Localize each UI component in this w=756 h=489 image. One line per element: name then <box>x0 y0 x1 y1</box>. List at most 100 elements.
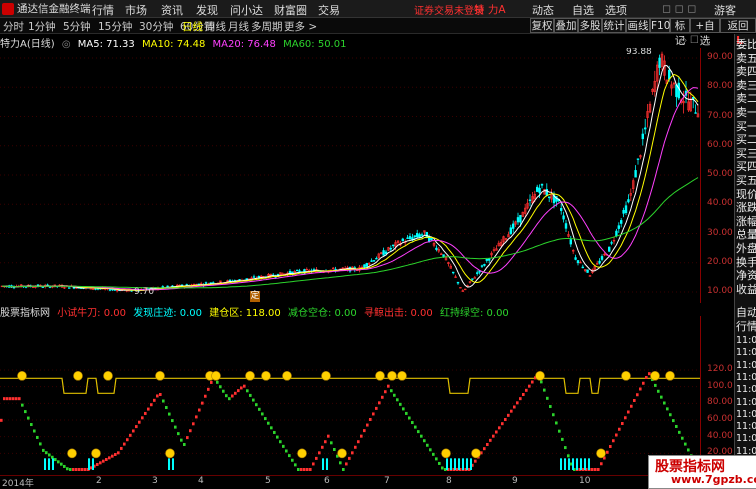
indicator-bar <box>108 456 111 460</box>
price-tick: 10.00 <box>707 286 733 296</box>
indicator-bar <box>543 388 546 392</box>
candle-body <box>228 279 232 282</box>
candle-body <box>451 271 455 274</box>
indicator-bar <box>390 389 393 393</box>
indicator-bar <box>348 456 351 460</box>
indicator-tick: 60.00 <box>707 414 733 424</box>
kline-chart[interactable]: 93.88 9.70 <box>0 48 734 303</box>
stock-title: 特 力A <box>474 4 506 16</box>
indicator-bar <box>216 380 219 384</box>
indicator-bar <box>234 391 237 395</box>
indicator-bar <box>114 453 117 456</box>
back-button[interactable]: 返回 <box>720 18 756 33</box>
quote-label: 委比 <box>736 38 756 51</box>
candle-body <box>252 276 256 278</box>
cyan-signal-bar <box>52 458 54 470</box>
tab-15min[interactable]: 15分钟 <box>98 19 132 34</box>
multi-stock-button[interactable]: 多股 <box>578 18 602 33</box>
indicator-bar <box>300 468 303 471</box>
indicator-bar <box>402 407 405 411</box>
cyan-signal-bar <box>588 458 590 470</box>
candle-body <box>363 264 366 268</box>
menu-dongtai[interactable]: 动态 <box>532 2 554 18</box>
menu-faxian[interactable]: 发现 <box>196 2 218 18</box>
tab-more[interactable]: 更多 > <box>284 19 317 34</box>
date-axis: 2014年 2 3 4 5 6 7 8 9 10 <box>0 475 700 489</box>
candle-body <box>94 288 97 290</box>
indicator-bar <box>600 462 603 466</box>
indicator-bar <box>72 468 75 471</box>
mark-button[interactable]: 标记 <box>670 18 690 47</box>
candle-body <box>485 258 488 261</box>
f10-button[interactable]: F10 <box>650 18 670 33</box>
candle-body <box>574 257 577 260</box>
fuquan-button[interactable]: 复权 <box>530 18 554 33</box>
indicator-bar <box>30 423 33 427</box>
indicator-bar <box>225 394 228 398</box>
tick-time: 11:0 <box>736 408 756 420</box>
candle-body <box>658 57 661 68</box>
indicator-bar <box>327 434 330 438</box>
smiley-icon <box>321 371 331 381</box>
tab-daily[interactable]: 日线 <box>182 19 203 34</box>
indicator-bar <box>528 384 531 388</box>
tab-1min[interactable]: 1分钟 <box>28 19 56 34</box>
indicator-bar <box>231 394 234 398</box>
date-tick: 7 <box>384 476 390 486</box>
candle-body <box>166 285 169 288</box>
chart-options-icon[interactable]: ◇ ☐ <box>679 35 699 46</box>
menu-zixuan[interactable]: 自选 <box>572 2 594 18</box>
quote-label: 买一 <box>736 119 756 133</box>
indicator-bar <box>501 422 504 426</box>
indicator-bar <box>669 413 672 417</box>
menu-wenxiaoda[interactable]: 问小达 <box>230 2 263 18</box>
indicator-bar <box>678 430 681 434</box>
indicator-bar <box>549 405 552 409</box>
indicator-chart[interactable] <box>0 316 734 475</box>
tab-monthly[interactable]: 月线 <box>228 19 249 34</box>
menu-shichang[interactable]: 市场 <box>125 2 147 18</box>
indicator-bar <box>360 434 363 438</box>
quote-panel: L 委比 卖五 卖四 卖三 卖二 卖一 买一 买二 买三 买四 买五 现价 涨跌 涨幅 总量 外盘 换手 净资 收益… <box>734 34 756 481</box>
tab-30min[interactable]: 30分钟 <box>139 19 173 34</box>
indicator-bar <box>483 447 486 451</box>
menu-hangqing[interactable]: 行情 <box>92 2 114 18</box>
menu-xuanxiang[interactable]: 选项 <box>605 2 627 18</box>
indicator-bar <box>60 462 63 466</box>
indicator-bar <box>132 429 135 433</box>
cyan-signal-bar <box>88 458 90 470</box>
smiley-icon <box>67 448 77 459</box>
tab-weekly[interactable]: 周线 <box>205 19 226 34</box>
indicator-bar <box>75 468 78 471</box>
indicator-bar <box>63 464 66 468</box>
tab-fenshi[interactable]: 分时 <box>3 19 24 34</box>
menu-caifuquan[interactable]: 财富圈 <box>274 2 307 18</box>
panel-tab[interactable]: 自动 <box>736 306 756 319</box>
indicator-bar <box>285 449 288 453</box>
indicator-bar <box>102 459 105 463</box>
tab-multi-period[interactable]: 多周期 <box>251 19 283 34</box>
candle-body <box>68 287 71 289</box>
indicator-bar <box>291 458 294 462</box>
add-watchlist-button[interactable]: +自选 <box>690 18 720 47</box>
smiley-icon <box>297 448 307 459</box>
tick-time: 11:0 <box>736 433 756 445</box>
stats-button[interactable]: 统计 <box>602 18 626 33</box>
menu-jiaoyi[interactable]: 交易 <box>318 2 340 18</box>
indicator-bar <box>369 418 372 421</box>
quote-label: 收益 <box>736 282 756 296</box>
moving-averages <box>1 64 699 291</box>
indicator-bar <box>354 445 357 449</box>
indicator-bar <box>372 412 375 416</box>
fixed-marker[interactable]: 定 <box>250 291 260 302</box>
indicator-bar <box>273 430 276 434</box>
tab-5min[interactable]: 5分钟 <box>63 19 91 34</box>
menu-user[interactable]: 游客 <box>714 2 736 18</box>
overlay-button[interactable]: 叠加 <box>554 18 578 33</box>
panel-tab[interactable]: 行情 <box>736 320 756 333</box>
cyan-signal-bar <box>572 458 574 470</box>
indicator-bar <box>258 407 261 411</box>
candle-body <box>624 205 628 214</box>
draw-line-button[interactable]: 画线 <box>626 18 650 33</box>
menu-zixun[interactable]: 资讯 <box>161 2 183 18</box>
